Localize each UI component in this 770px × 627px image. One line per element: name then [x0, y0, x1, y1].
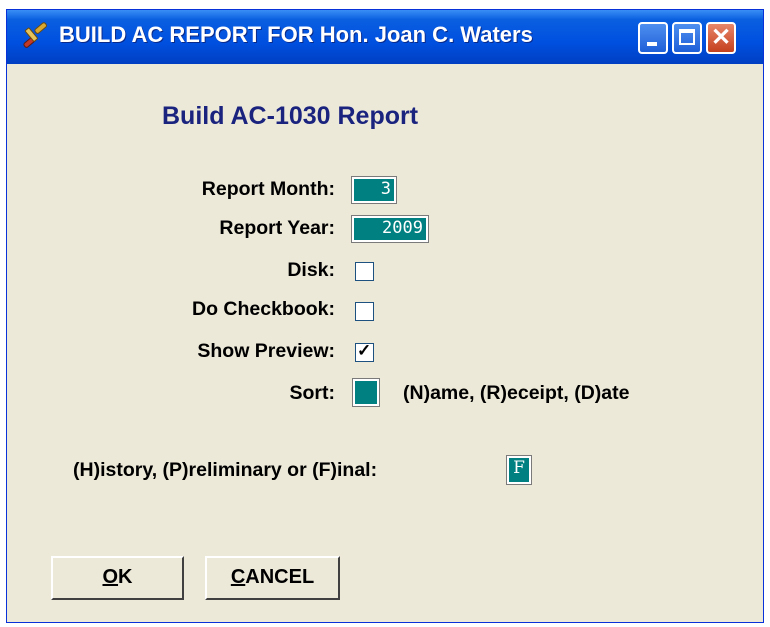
- close-icon: ✕: [710, 24, 732, 51]
- disk-label: Disk:: [287, 259, 335, 281]
- preview-label: Show Preview:: [197, 340, 335, 362]
- sort-label: Sort:: [289, 382, 336, 404]
- report-month-input[interactable]: 3: [351, 176, 397, 204]
- ok-button[interactable]: OK: [51, 556, 184, 600]
- ok-label: K: [118, 566, 133, 588]
- maximize-button[interactable]: [672, 22, 702, 54]
- gavel-icon: [23, 22, 47, 48]
- report-mode-input[interactable]: F: [506, 455, 532, 485]
- sort-hint: (N)ame, (R)eceipt, (D)ate: [403, 382, 630, 404]
- cancel-mnemonic: C: [230, 566, 246, 588]
- minimize-icon: [647, 42, 657, 46]
- report-year-input[interactable]: 2009: [351, 215, 429, 243]
- checkbook-checkbox[interactable]: [355, 302, 374, 321]
- cancel-label: ANCEL: [245, 566, 315, 588]
- ok-mnemonic: O: [102, 566, 119, 588]
- sort-input[interactable]: [352, 378, 380, 407]
- disk-checkbox[interactable]: [355, 262, 374, 281]
- dialog-window: BUILD AC REPORT FOR Hon. Joan C. Waters …: [6, 9, 764, 623]
- report-mode-label: (H)istory, (P)reliminary or (F)inal:: [73, 459, 378, 481]
- dialog-heading: Build AC-1030 Report: [162, 102, 419, 130]
- report-month-label: Report Month:: [201, 178, 335, 200]
- preview-checkbox[interactable]: ✓: [355, 341, 374, 362]
- checkmark-icon: ✓: [357, 341, 372, 360]
- title-bar[interactable]: BUILD AC REPORT FOR Hon. Joan C. Waters …: [7, 10, 763, 64]
- minimize-button[interactable]: [638, 22, 668, 54]
- cancel-button[interactable]: CANCEL: [205, 556, 340, 600]
- close-button[interactable]: ✕: [706, 22, 736, 54]
- report-year-label: Report Year:: [219, 217, 335, 239]
- checkbook-label: Do Checkbook:: [191, 298, 335, 320]
- window-title: BUILD AC REPORT FOR Hon. Joan C. Waters: [59, 22, 533, 47]
- maximize-icon: [679, 29, 695, 45]
